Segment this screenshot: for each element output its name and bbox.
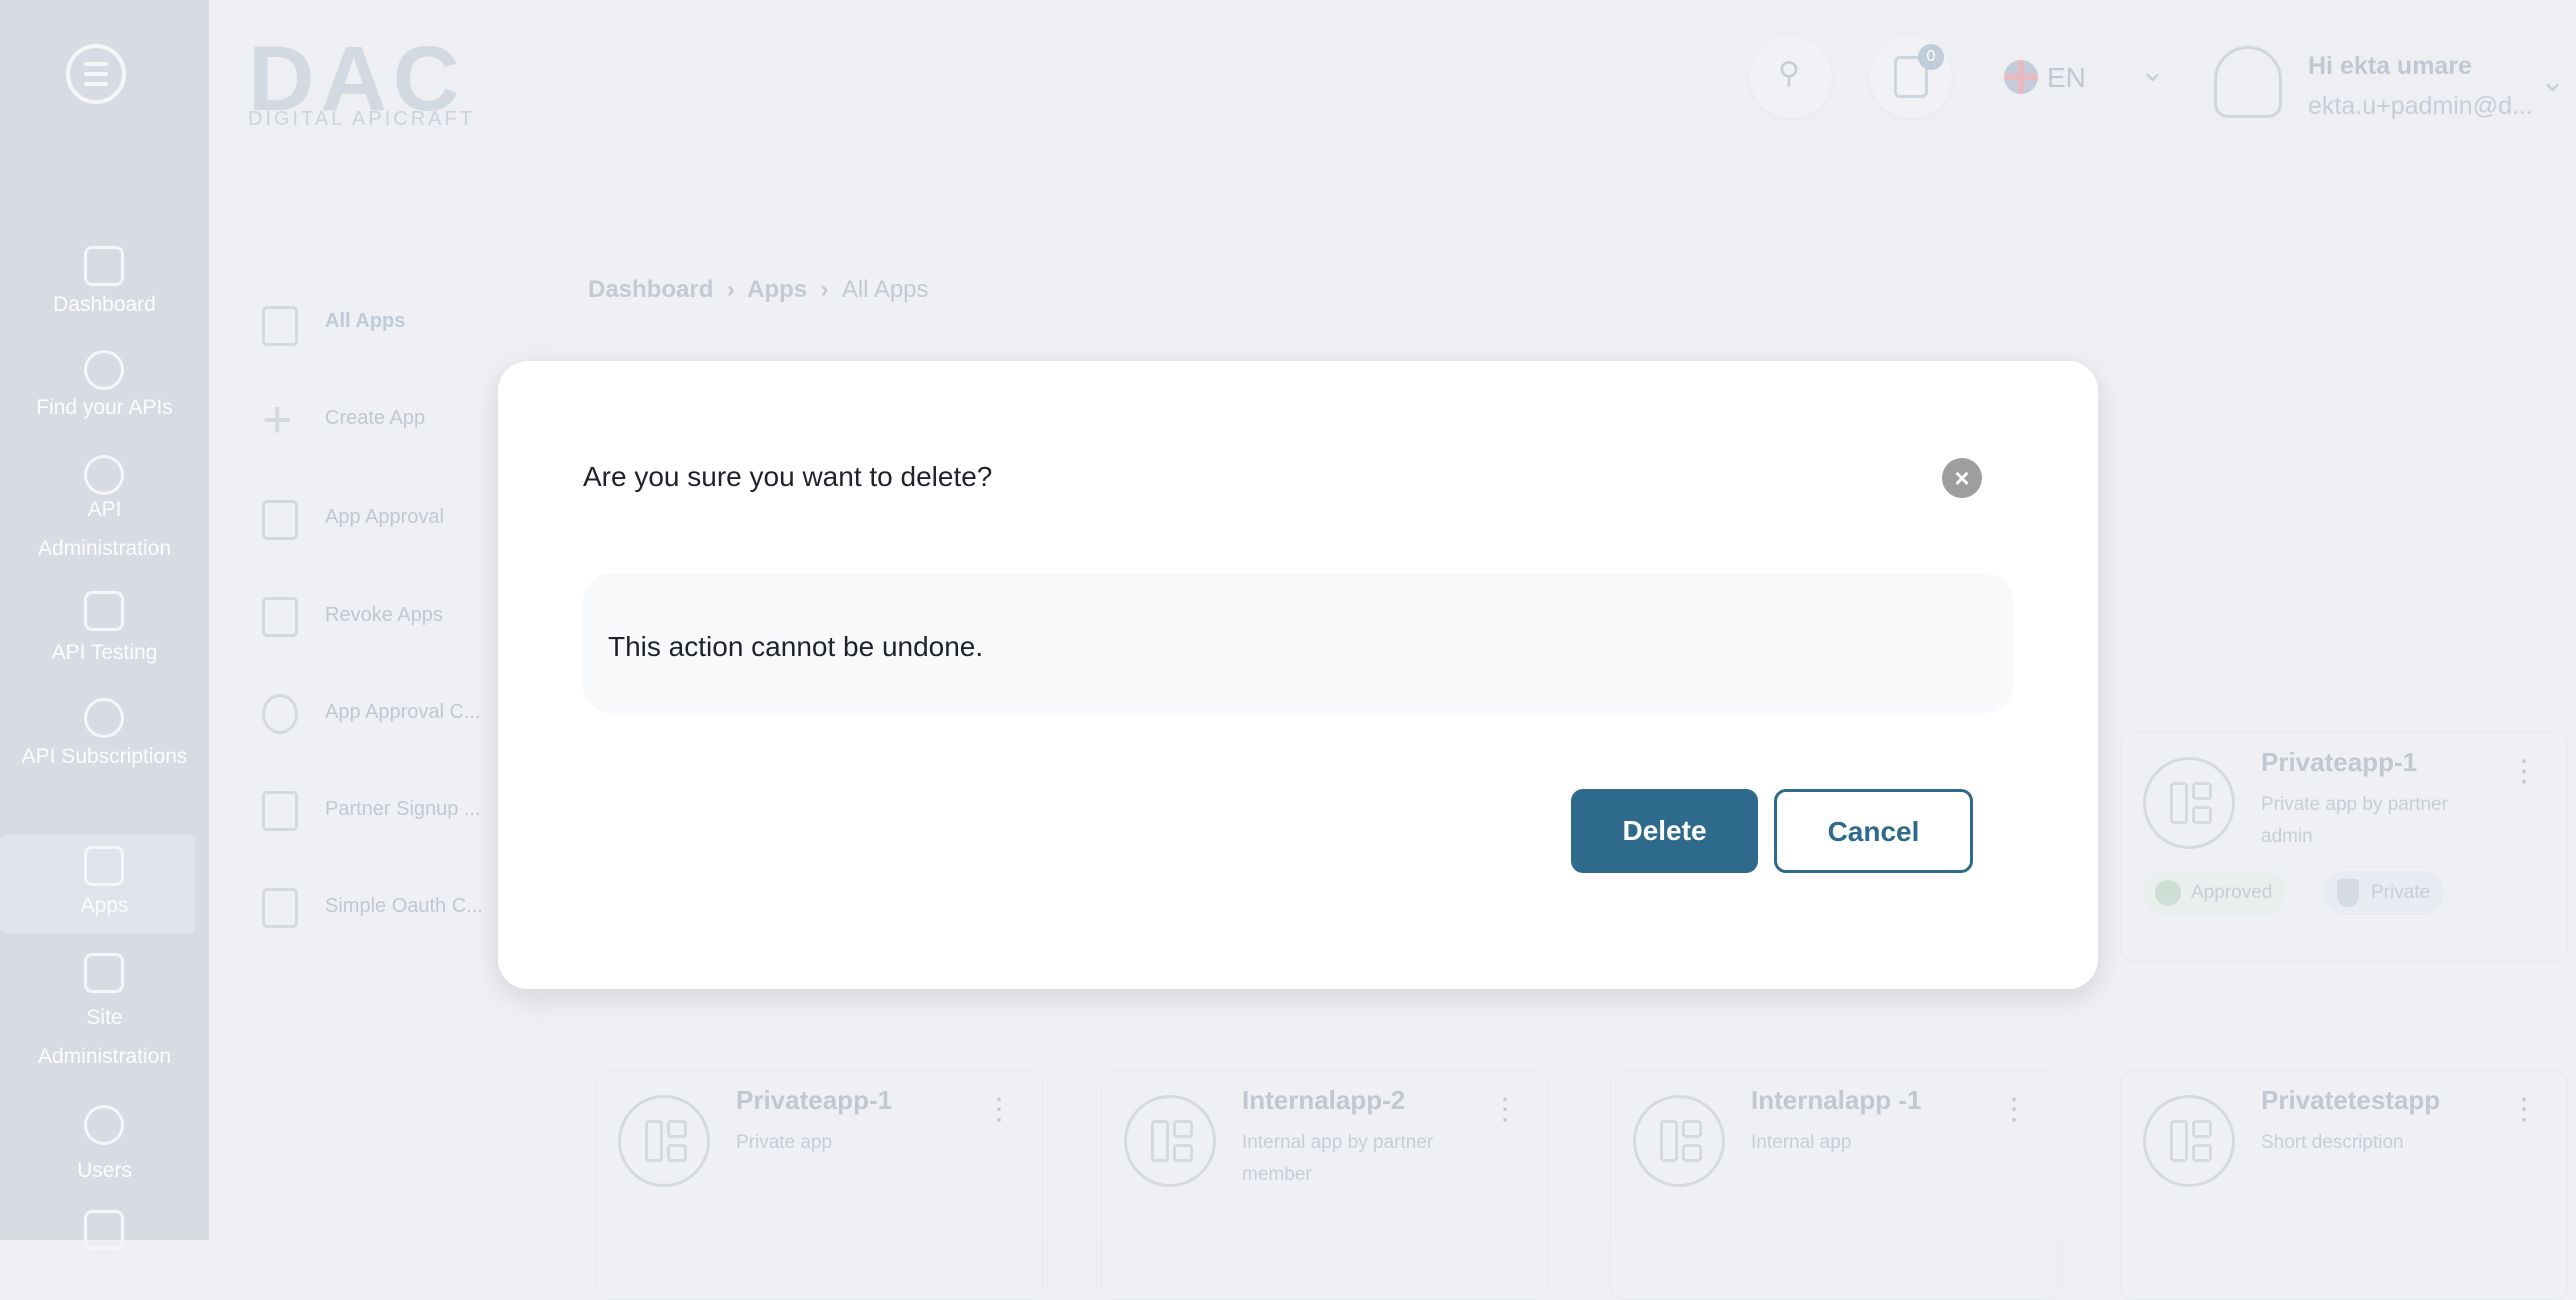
users-icon	[84, 1105, 124, 1145]
app-card[interactable]: Privatetestapp Short description ⋮	[2120, 1070, 2568, 1300]
sidebar-item-apps[interactable]: Apps	[0, 886, 209, 925]
sidebar-item-api-administration[interactable]: API Administration	[0, 490, 209, 568]
sidebar-item-site-administration[interactable]: Site Administration	[0, 998, 209, 1076]
app-icon	[2143, 1095, 2235, 1187]
apps-box-icon	[84, 846, 124, 886]
app-icon	[1124, 1095, 1216, 1187]
revoke-apps-icon	[262, 597, 298, 637]
gears-icon	[84, 455, 124, 495]
subnav-simple-oauth[interactable]: Simple Oauth C...	[325, 895, 483, 918]
status-badge-label: Approved	[2191, 882, 2273, 903]
app-title: Privateapp-1	[2261, 747, 2418, 777]
subnav-all-apps[interactable]: All Apps	[325, 310, 405, 333]
visibility-badge: Private	[2323, 871, 2445, 915]
app-approval-icon	[262, 500, 298, 540]
sidebar-item-find-apis[interactable]: Find your APIs	[0, 388, 209, 427]
plus-icon: +	[262, 391, 293, 449]
language-chevron-down-icon[interactable]: ⌄	[2140, 54, 2165, 89]
app-icon	[1633, 1095, 1725, 1187]
subnav-create-app[interactable]: Create App	[325, 407, 425, 430]
status-badge: Approved	[2143, 871, 2287, 915]
avatar[interactable]	[2214, 46, 2282, 118]
breadcrumb-apps[interactable]: Apps	[747, 276, 807, 303]
partner-signup-icon	[262, 791, 298, 831]
language-label[interactable]: EN	[2047, 62, 2086, 94]
more-options-icon[interactable]: ⋮	[2509, 757, 2539, 787]
oauth-shield-icon	[262, 888, 298, 928]
api-gear-icon	[84, 350, 124, 390]
subscriptions-icon	[84, 698, 124, 738]
app-title: Internalapp-2	[1242, 1085, 1406, 1115]
more-options-icon[interactable]: ⋮	[1999, 1095, 2029, 1125]
home-icon	[84, 246, 124, 286]
app-card[interactable]: Internalapp -1 Internal app ⋮	[1610, 1070, 2058, 1300]
app-icon	[618, 1095, 710, 1187]
app-description: Short description	[2261, 1132, 2404, 1153]
app-description: Internal app	[1751, 1132, 1852, 1153]
sidebar-item-api-testing[interactable]: API Testing	[0, 633, 209, 672]
dialog-message-box: This action cannot be undone.	[583, 573, 2013, 713]
search-button[interactable]: ⚲	[1750, 36, 1832, 118]
breadcrumb-dashboard[interactable]: Dashboard	[588, 276, 713, 303]
sidebar-item-api-subscriptions[interactable]: API Subscriptions	[0, 737, 209, 776]
approval-config-icon	[262, 694, 298, 734]
user-greeting: Hi ekta umare	[2308, 52, 2472, 80]
close-icon: ×	[1954, 463, 1970, 493]
app-title: Privatetestapp	[2261, 1085, 2441, 1115]
cancel-button[interactable]: Cancel	[1774, 789, 1973, 873]
breadcrumb-all-apps: All Apps	[841, 276, 929, 303]
close-button[interactable]: ×	[1942, 458, 1982, 498]
user-menu-chevron-down-icon[interactable]: ⌄	[2540, 64, 2565, 99]
more-options-icon[interactable]: ⋮	[2509, 1095, 2539, 1125]
sidebar-item-users[interactable]: Users	[0, 1151, 209, 1190]
dialog-message: This action cannot be undone.	[608, 631, 984, 662]
uk-flag-icon	[2004, 60, 2038, 94]
more-options-icon[interactable]: ⋮	[984, 1095, 1014, 1125]
chevron-right-icon: ›	[720, 276, 742, 303]
sidebar-item-dashboard[interactable]: Dashboard	[0, 285, 209, 324]
subnav-revoke-apps[interactable]: Revoke Apps	[325, 604, 443, 627]
user-email: ekta.u+padmin@d...	[2308, 92, 2533, 120]
chevron-right-icon: ›	[813, 276, 836, 303]
app-card[interactable]: Internalapp-2 Internal app by partner me…	[1101, 1070, 1549, 1300]
subnav-partner-signup[interactable]: Partner Signup ...	[325, 798, 481, 821]
app-description: Internal app by partner member	[1242, 1132, 1434, 1185]
dialog-title: Are you sure you want to delete?	[583, 461, 993, 492]
apps-subnav: All Apps + Create App App Approval Revok…	[225, 230, 529, 1240]
app-title: Internalapp -1	[1751, 1085, 1922, 1115]
visibility-badge-label: Private	[2371, 882, 2431, 903]
app-title: Privateapp-1	[736, 1085, 893, 1115]
api-testing-icon	[84, 591, 124, 631]
settings-icon	[84, 1210, 124, 1250]
delete-button[interactable]: Delete	[1571, 789, 1758, 873]
app-description: Private app by partner admin	[2261, 794, 2448, 847]
app-card[interactable]: Privateapp-1 Private app by partner admi…	[2120, 732, 2568, 962]
more-options-icon[interactable]: ⋮	[1490, 1095, 1520, 1125]
shield-lock-icon	[2337, 879, 2359, 907]
menu-icon[interactable]	[66, 44, 126, 104]
check-circle-icon	[2155, 880, 2181, 906]
subnav-app-approval-config[interactable]: App Approval C...	[325, 701, 481, 724]
subnav-app-approval[interactable]: App Approval	[325, 506, 444, 529]
tasks-button[interactable]: 0	[1870, 36, 1952, 118]
breadcrumb: Dashboard › Apps › All Apps	[588, 276, 929, 304]
sidebar: Dashboard Find your APIs API Administrat…	[0, 0, 209, 1250]
site-admin-icon	[84, 953, 124, 993]
delete-confirmation-dialog: Are you sure you want to delete? × This …	[498, 361, 2098, 989]
app-icon	[2143, 757, 2235, 849]
app-description: Private app	[736, 1132, 833, 1153]
search-icon: ⚲	[1778, 57, 1800, 90]
all-apps-icon	[262, 306, 298, 346]
logo-subtitle: DIGITAL APICRAFT	[248, 108, 475, 130]
app-card[interactable]: Privateapp-1 Private app ⋮	[595, 1070, 1043, 1300]
notification-badge: 0	[1918, 44, 1944, 70]
